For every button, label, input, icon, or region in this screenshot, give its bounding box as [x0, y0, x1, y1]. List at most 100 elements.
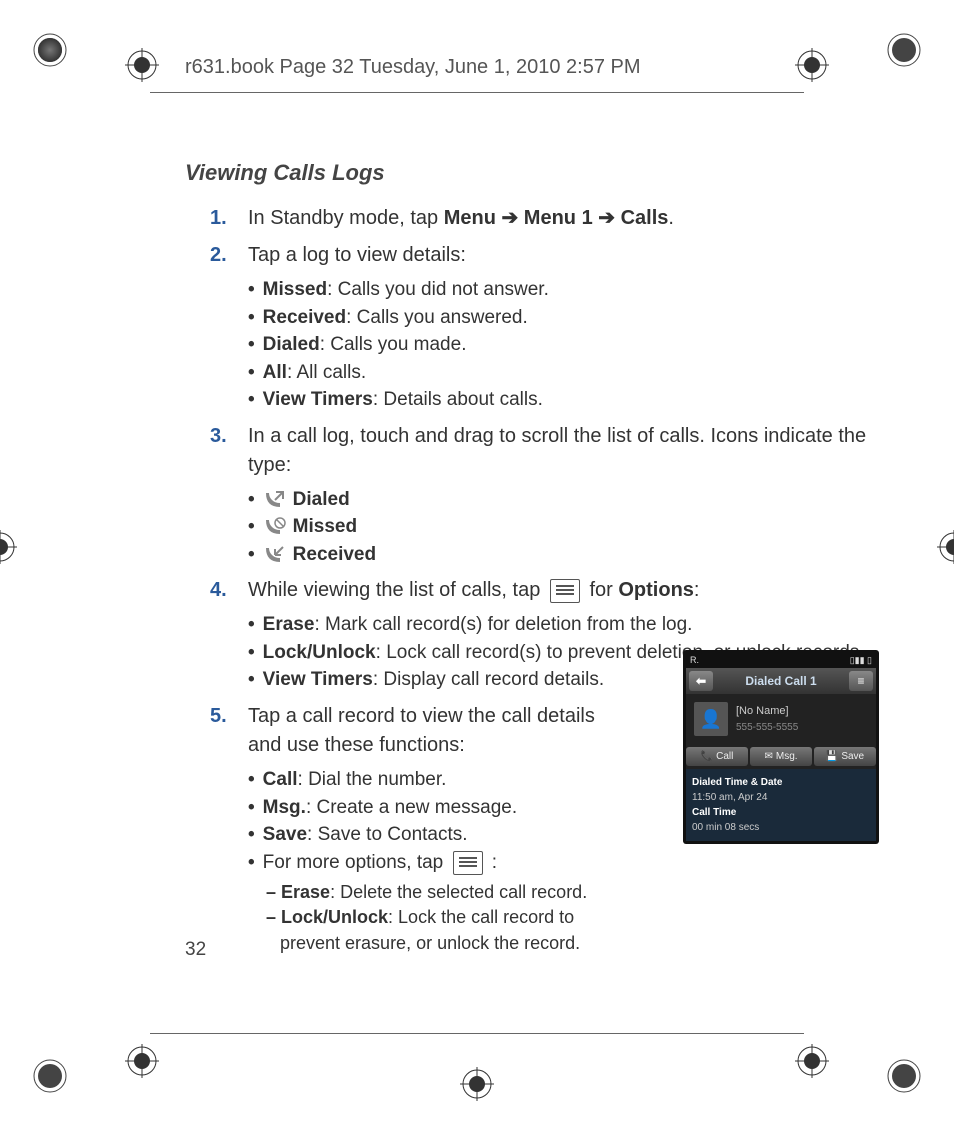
list-item: Received: Calls you answered.	[248, 304, 549, 332]
term: Dialed	[263, 334, 320, 355]
text: For more options, tap	[263, 852, 449, 873]
term: All	[263, 362, 287, 383]
contact-block: 👤 [No Name] 555-555-5555	[686, 694, 876, 744]
term: Missed	[263, 279, 327, 300]
step-text: In a call log, touch and drag to scroll …	[248, 422, 894, 569]
step-text: In Standby mode, tap Menu ➔ Menu 1 ➔ Cal…	[248, 204, 674, 233]
envelope-icon: ✉	[764, 751, 772, 762]
options-menu-icon	[453, 851, 483, 875]
text: In Standby mode, tap	[248, 207, 444, 229]
registration-target-icon	[0, 530, 17, 564]
step-number: 2.	[185, 241, 248, 414]
list-item: Missed	[248, 513, 894, 541]
contact-text: [No Name] 555-555-5555	[736, 703, 798, 735]
term: Options	[618, 579, 694, 601]
contact-number: 555-555-5555	[736, 720, 798, 735]
desc: : Dial the number.	[298, 769, 447, 790]
avatar-icon: 👤	[694, 702, 728, 736]
desc: : Create a new message.	[306, 797, 517, 818]
phone-status-bar: R. ▯▮▮ ▯	[686, 653, 876, 668]
list-item: For more options, tap :	[248, 849, 608, 877]
desc: : Calls you made.	[320, 334, 467, 355]
phone-icon: 📞	[701, 751, 713, 762]
desc: : Calls you did not answer.	[327, 279, 549, 300]
label: Dialed	[293, 486, 350, 514]
crop-mark-icon	[30, 30, 70, 70]
list-item: Lock/Unlock: Lock the call record to pre…	[266, 905, 608, 955]
list-item: Dialed: Calls you made.	[248, 331, 549, 359]
registration-target-icon	[460, 1067, 494, 1101]
crop-mark-icon	[884, 1056, 924, 1096]
term: Msg.	[263, 797, 306, 818]
list-item: Missed: Calls you did not answer.	[248, 276, 549, 304]
text: :	[487, 852, 498, 873]
text: :	[694, 579, 700, 601]
text: Tap a call record to view the call detai…	[248, 705, 595, 756]
term: Save	[263, 824, 307, 845]
term: Erase	[281, 882, 330, 902]
bullet-list: Missed: Calls you did not answer. Receiv…	[248, 276, 549, 414]
phone-titlebar: ⬅ Dialed Call 1 ≡	[686, 668, 876, 694]
term: Erase	[263, 614, 315, 635]
missed-call-icon	[263, 517, 287, 537]
label: Call	[716, 751, 733, 762]
list-item: Dialed	[248, 486, 894, 514]
phone-screenshot: R. ▯▮▮ ▯ ⬅ Dialed Call 1 ≡ 👤 [No Name] 5…	[683, 650, 879, 844]
list-item: Received	[248, 541, 894, 569]
term: Received	[263, 307, 346, 328]
list-item: All: All calls.	[248, 359, 549, 387]
header-rule	[150, 92, 804, 93]
list-item: Erase: Delete the selected call record.	[266, 880, 608, 905]
footer-rule	[150, 1033, 804, 1034]
list-item: Call: Dial the number.	[248, 766, 608, 794]
step-number: 4.	[185, 576, 248, 694]
step-number: 1.	[185, 204, 248, 233]
save-icon: 💾	[826, 751, 838, 762]
term: View Timers	[263, 669, 373, 690]
term: Lock/Unlock	[263, 642, 376, 663]
dialed-call-icon	[263, 490, 287, 510]
dash-list: Erase: Delete the selected call record. …	[248, 880, 608, 956]
text: .	[668, 207, 674, 229]
text: In a call log, touch and drag to scroll …	[248, 425, 866, 476]
section-title: Viewing Calls Logs	[185, 160, 894, 186]
label: Msg.	[776, 751, 798, 762]
label: Missed	[293, 513, 357, 541]
detail-label: Call Time	[692, 805, 870, 820]
step-text: Tap a call record to view the call detai…	[248, 702, 608, 956]
registration-target-icon	[795, 48, 829, 82]
desc: : Delete the selected call record.	[330, 882, 587, 902]
menu-label: Menu	[444, 207, 496, 229]
call-button: 📞Call	[686, 747, 748, 766]
status-icons: ▯▮▮ ▯	[850, 655, 872, 666]
back-button-icon: ⬅	[689, 671, 713, 691]
action-buttons: 📞Call ✉ Msg. 💾Save	[686, 744, 876, 769]
menu-label: Menu 1	[524, 207, 593, 229]
label: Received	[293, 541, 376, 569]
step-text: Tap a log to view details: Missed: Calls…	[248, 241, 549, 414]
step-number: 5.	[185, 702, 248, 956]
received-call-icon	[263, 545, 287, 565]
list-item: Msg.: Create a new message.	[248, 794, 608, 822]
msg-button: ✉ Msg.	[750, 747, 812, 766]
registration-target-icon	[795, 1044, 829, 1078]
detail-value: 11:50 am, Apr 24	[692, 790, 870, 805]
list-item: Erase: Mark call record(s) for deletion …	[248, 611, 865, 639]
registration-target-icon	[937, 530, 954, 564]
text: While viewing the list of calls, tap	[248, 579, 546, 601]
list-item: View Timers: Details about calls.	[248, 386, 549, 414]
icon-list: Dialed Missed Received	[248, 486, 894, 569]
desc: : Save to Contacts.	[307, 824, 468, 845]
step-1: 1. In Standby mode, tap Menu ➔ Menu 1 ➔ …	[185, 204, 894, 233]
detail-value: 00 min 08 secs	[692, 820, 870, 835]
desc: : Display call record details.	[373, 669, 604, 690]
text: Tap a log to view details:	[248, 244, 466, 266]
running-header: r631.book Page 32 Tuesday, June 1, 2010 …	[185, 56, 641, 79]
save-button: 💾Save	[814, 747, 876, 766]
term: Lock/Unlock	[281, 907, 388, 927]
contact-name: [No Name]	[736, 703, 798, 720]
registration-target-icon	[125, 1044, 159, 1078]
options-menu-icon	[550, 579, 580, 603]
menu-button-icon: ≡	[849, 671, 873, 691]
label: Save	[841, 751, 864, 762]
